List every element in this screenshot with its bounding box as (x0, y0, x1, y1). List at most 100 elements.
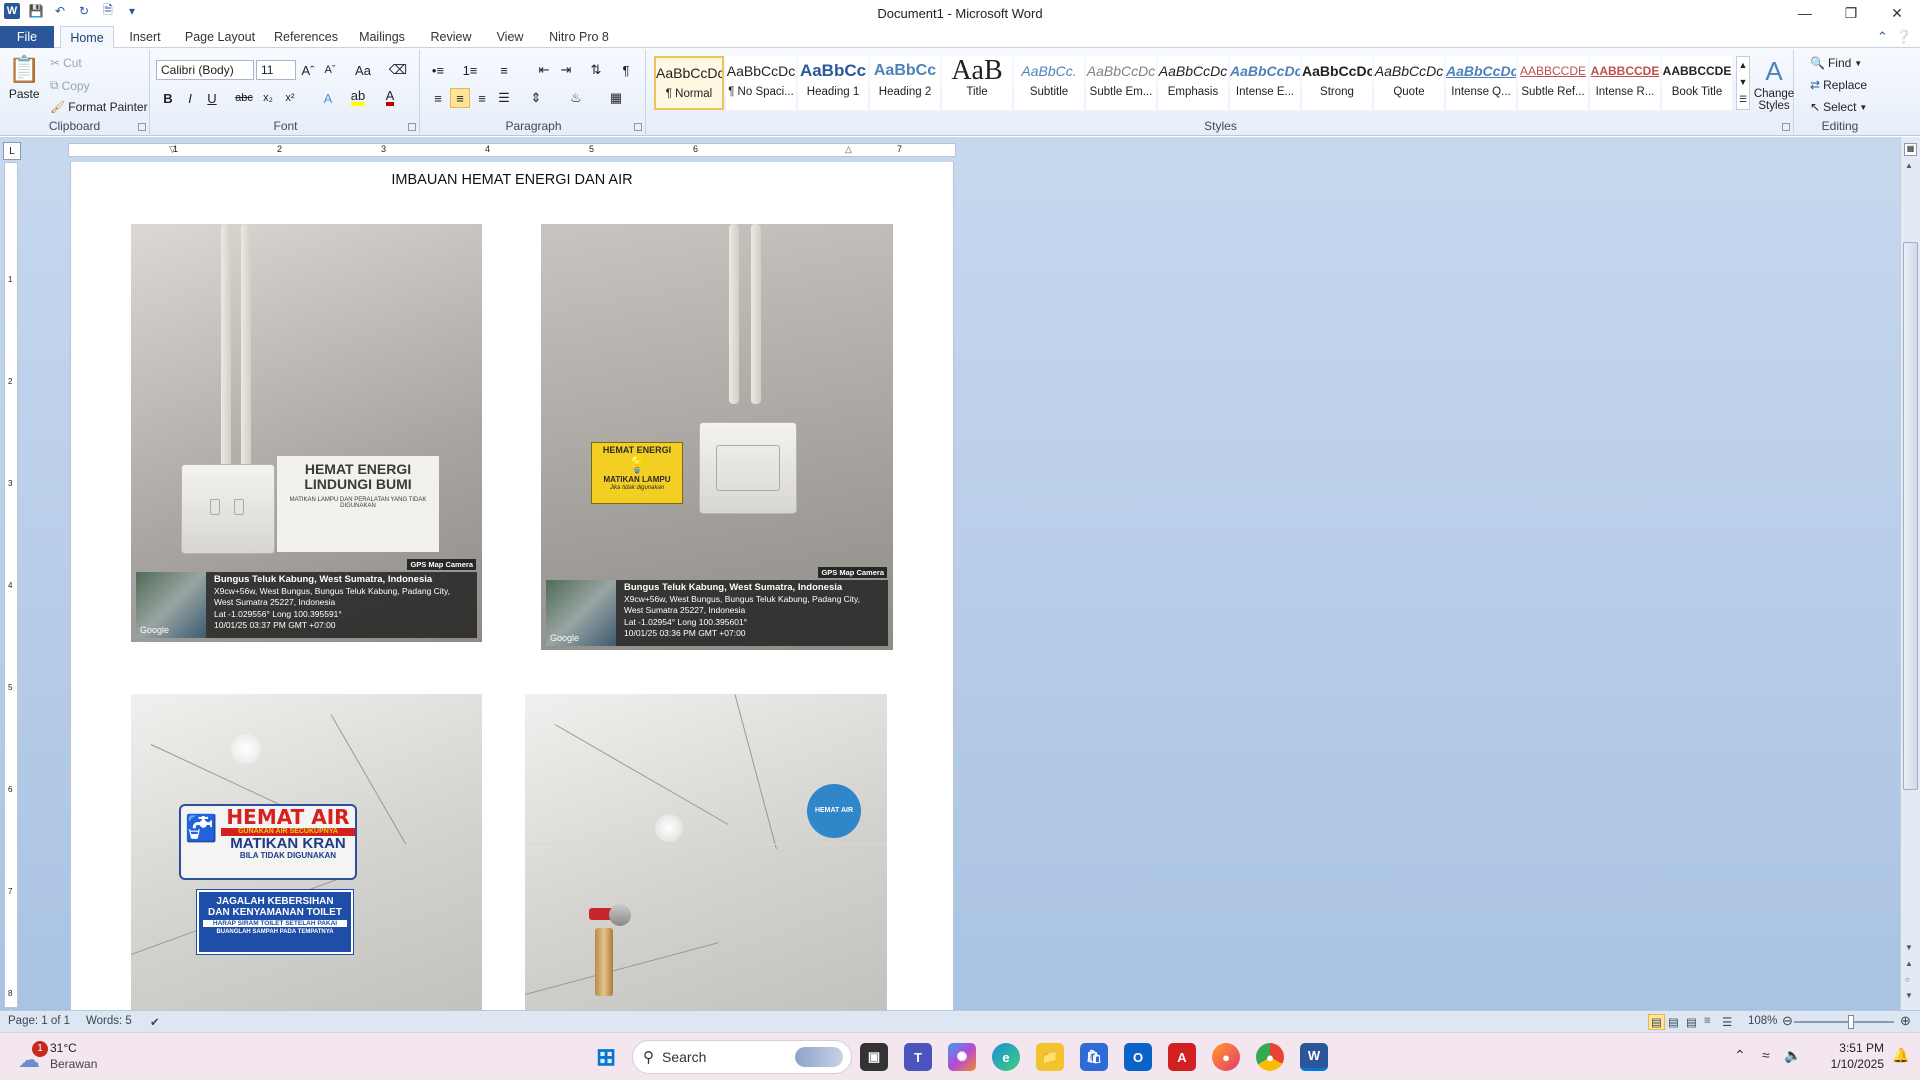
align-right-icon[interactable]: ≡ (472, 88, 492, 108)
cut-button[interactable]: ✂ Cut (50, 56, 82, 70)
style-title[interactable]: AaB Title (942, 56, 1012, 110)
document-heading[interactable]: IMBAUAN HEMAT ENERGI DAN AIR (71, 172, 953, 188)
style-emphasis[interactable]: AaBbCcDc Emphasis (1158, 56, 1228, 110)
borders-icon[interactable]: ▦ (606, 88, 626, 108)
align-left-icon[interactable]: ≡ (428, 88, 448, 108)
zoom-out-icon[interactable]: ⊖ (1782, 1013, 1793, 1029)
tab-review[interactable]: Review (426, 26, 476, 48)
text-effects-icon[interactable]: A (318, 88, 338, 108)
bullets-icon[interactable]: •≡ (428, 60, 448, 80)
subscript-icon[interactable]: x₂ (258, 88, 278, 108)
indent-marker-icon[interactable]: ▽ (169, 144, 176, 155)
select-button[interactable]: ↖ Select ▼ (1810, 100, 1867, 114)
style-strong[interactable]: AaBbCcDc Strong (1302, 56, 1372, 110)
tab-nitro[interactable]: Nitro Pro 8 (544, 26, 614, 48)
clock-time[interactable]: 3:51 PM (1820, 1041, 1884, 1055)
help-icon[interactable]: ❔ (1896, 29, 1912, 45)
paste-button[interactable]: 📋 Paste (8, 54, 40, 101)
photo-light-switch-2[interactable]: HEMAT ENERGI 💡 MATIKAN LAMPU Jika tidak … (541, 224, 893, 650)
restore-icon[interactable]: ❐ (1828, 0, 1874, 26)
full-screen-reading-icon[interactable]: ▤ (1668, 1015, 1679, 1029)
style-normal[interactable]: AaBbCcDc ¶ Normal (654, 56, 724, 110)
paragraph-launcher-icon[interactable] (634, 123, 642, 131)
clock-date[interactable]: 1/10/2025 (1820, 1057, 1884, 1071)
photo-light-switch-1[interactable]: HEMAT ENERGI LINDUNGI BUMI MATIKAN LAMPU… (131, 224, 482, 642)
font-color-button[interactable]: A (380, 88, 400, 108)
multilevel-list-icon[interactable]: ≡ (494, 60, 514, 80)
edge-icon[interactable]: e (992, 1043, 1020, 1071)
style-intense-emphasis[interactable]: AaBbCcDc Intense E... (1230, 56, 1300, 110)
scroll-down-icon[interactable]: ▼ (1905, 943, 1913, 952)
sort-icon[interactable]: ⇅ (586, 60, 606, 80)
minimize-icon[interactable]: — (1782, 0, 1828, 26)
numbering-icon[interactable]: 1≡ (460, 60, 480, 80)
copy-button[interactable]: ⧉ Copy (50, 78, 90, 93)
tab-selector-icon[interactable]: L (3, 142, 21, 160)
style-heading-1[interactable]: AaBbCc Heading 1 (798, 56, 868, 110)
styles-scroll[interactable]: ▲ ▼ ☰ (1736, 56, 1750, 110)
microsoft-store-icon[interactable]: 🛍 (1080, 1043, 1108, 1071)
replace-button[interactable]: ⇄ Replace (1810, 78, 1867, 92)
ruler-toggle-icon[interactable]: ▦ (1904, 143, 1917, 156)
underline-button[interactable]: U (202, 88, 222, 108)
document-page[interactable]: IMBAUAN HEMAT ENERGI DAN AIR HEMAT ENERG… (70, 162, 954, 1010)
style-intense-reference[interactable]: AABBCCDE Intense R... (1590, 56, 1660, 110)
grow-font-icon[interactable]: Aˆ (298, 60, 318, 80)
shrink-font-icon[interactable]: Aˇ (320, 60, 340, 80)
clear-formatting-icon[interactable]: ⌫ (388, 60, 408, 80)
zoom-level[interactable]: 108% (1748, 1015, 1777, 1027)
minimize-ribbon-icon[interactable]: ⌃ (1877, 29, 1888, 45)
style-intense-quote[interactable]: AaBbCcDc Intense Q... (1446, 56, 1516, 110)
tab-home[interactable]: Home (60, 26, 114, 49)
style-book-title[interactable]: AABBCCDE Book Title (1662, 56, 1732, 110)
word-taskbar-icon[interactable]: W (1300, 1043, 1328, 1071)
scroll-up-icon[interactable]: ▲ (1905, 161, 1913, 170)
draft-view-icon[interactable]: ☰ (1722, 1015, 1732, 1029)
web-layout-icon[interactable]: ▤ (1686, 1015, 1697, 1029)
weather-widget[interactable]: ☁ 1 (16, 1041, 48, 1073)
clipboard-launcher-icon[interactable] (138, 123, 146, 131)
close-icon[interactable]: ✕ (1874, 0, 1920, 26)
styles-launcher-icon[interactable] (1782, 123, 1790, 131)
teams-icon[interactable]: T (904, 1043, 932, 1071)
tab-page-layout[interactable]: Page Layout (180, 26, 260, 48)
style-subtle-reference[interactable]: AABBCCDE Subtle Ref... (1518, 56, 1588, 110)
print-layout-view-icon[interactable]: ▤ (1648, 1014, 1665, 1030)
justify-icon[interactable]: ☰ (494, 88, 514, 108)
task-view-icon[interactable]: ▣ (860, 1043, 888, 1071)
photo-water-tap[interactable]: HEMAT AIR (525, 694, 887, 1010)
change-styles-button[interactable]: A Change Styles (1754, 54, 1794, 112)
font-size-dropdown[interactable]: 11 (256, 60, 296, 80)
outline-view-icon[interactable]: ≡ (1704, 1015, 1711, 1027)
right-indent-marker-icon[interactable]: △ (845, 144, 852, 155)
tab-mailings[interactable]: Mailings (352, 26, 412, 48)
style-subtle-emphasis[interactable]: AaBbCcDc Subtle Em... (1086, 56, 1156, 110)
wifi-icon[interactable]: ≈ (1762, 1047, 1770, 1063)
style-quote[interactable]: AaBbCcDc Quote (1374, 56, 1444, 110)
notification-bell-icon[interactable]: 🔔 (1892, 1047, 1909, 1064)
shading-icon[interactable]: ♨ (566, 88, 586, 108)
highlight-color-button[interactable]: ab (348, 88, 368, 108)
style-subtitle[interactable]: AaBbCc. Subtitle (1014, 56, 1084, 110)
format-painter-button[interactable]: 🖌 Format Painter (50, 100, 148, 114)
browse-object-icon[interactable]: ○ (1905, 975, 1910, 984)
word-count[interactable]: Words: 5 (86, 1015, 132, 1027)
file-explorer-icon[interactable]: 📁 (1036, 1043, 1064, 1071)
windows-start-icon[interactable]: ⊞ (592, 1043, 620, 1071)
italic-button[interactable]: I (180, 88, 200, 108)
weather-temperature[interactable]: 31°C (50, 1041, 77, 1055)
superscript-icon[interactable]: x² (280, 88, 300, 108)
show-hidden-icons-icon[interactable]: ⌃ (1734, 1047, 1746, 1064)
zoom-in-icon[interactable]: ⊕ (1900, 1013, 1911, 1029)
vertical-scrollbar[interactable]: ▦ ▲ ▼ ▲ ○ ▼ (1900, 137, 1920, 1010)
copilot-icon[interactable]: ✺ (948, 1043, 976, 1071)
find-button[interactable]: 🔍 Find ▼ (1810, 56, 1862, 70)
proofing-icon[interactable]: ✔ (150, 1015, 160, 1029)
photo-hemat-air-sign[interactable]: 🚰 HEMAT AIR GUNAKAN AIR SECUKUPNYA MATIK… (131, 694, 482, 1010)
show-formatting-marks-icon[interactable]: ¶ (616, 60, 636, 80)
align-center-icon[interactable]: ≡ (450, 88, 470, 108)
tab-file[interactable]: File (0, 26, 54, 48)
page-count[interactable]: Page: 1 of 1 (8, 1015, 70, 1027)
horizontal-ruler[interactable]: 1 2 3 4 5 6 7 ▽ △ (68, 143, 956, 157)
line-spacing-icon[interactable]: ⇕ (526, 88, 546, 108)
